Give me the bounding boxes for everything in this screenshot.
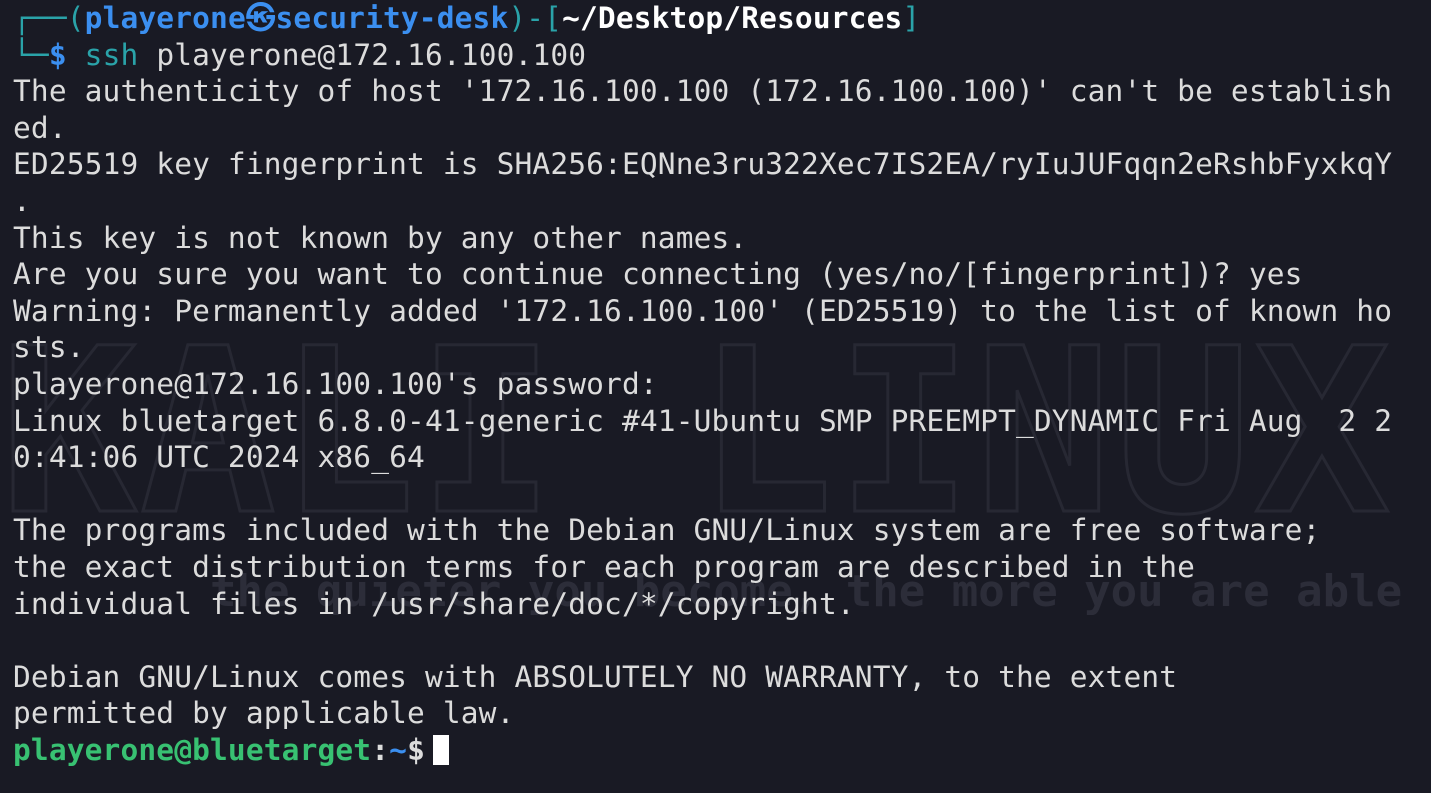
kali-skull-icon: ㉿: [245, 1, 276, 35]
prompt-box-bottom: └─: [13, 37, 49, 72]
terminal-window[interactable]: KALI LINUX the quieter you become, the m…: [0, 0, 1431, 793]
output-line: The programs included with the Debian GN…: [13, 513, 1321, 548]
prompt-box-mid: )-[: [508, 1, 563, 35]
output-line: Are you sure you want to continue connec…: [13, 257, 1303, 292]
prompt-path: ~/Desktop/Resources: [562, 1, 903, 35]
prompt-box-close: ]: [902, 1, 921, 35]
command-name: ssh: [84, 37, 139, 72]
output-line: ED25519 key fingerprint is SHA256:EQNne3…: [13, 147, 1393, 182]
local-prompt-line-2: └─$ ssh playerone@172.16.100.100: [13, 37, 1425, 74]
command-args: playerone@172.16.100.100: [156, 37, 587, 72]
prompt-box-open: ┌──(: [13, 1, 85, 35]
output-line: .: [13, 183, 31, 218]
remote-prompt-colon: :: [371, 732, 390, 767]
terminal-output: ┌──(playerone㉿security-desk)-[~/Desktop/…: [13, 0, 1425, 768]
output-line: the exact distribution terms for each pr…: [13, 549, 1196, 584]
output-line: ed.: [13, 110, 67, 145]
prompt-user: playerone: [84, 1, 246, 35]
remote-prompt-line[interactable]: playerone@bluetarget:~$: [13, 732, 1425, 769]
prompt-host: security-desk: [275, 1, 509, 35]
remote-prompt-path: ~: [389, 732, 408, 767]
text-cursor[interactable]: [432, 734, 449, 765]
prompt-dollar: $: [48, 37, 67, 72]
local-prompt-line-1: ┌──(playerone㉿security-desk)-[~/Desktop/…: [13, 0, 1425, 37]
output-line: playerone@172.16.100.100's password:: [13, 366, 658, 401]
output-line: individual files in /usr/share/doc/*/cop…: [13, 586, 855, 621]
remote-prompt-dollar: $: [407, 732, 425, 767]
output-line: Debian GNU/Linux comes with ABSOLUTELY N…: [13, 659, 1178, 694]
output-line: This key is not known by any other names…: [13, 220, 748, 255]
output-line: Linux bluetarget 6.8.0-41-generic #41-Ub…: [13, 403, 1393, 438]
output-line: sts.: [13, 330, 85, 365]
output-line: The authenticity of host '172.16.100.100…: [13, 74, 1393, 109]
output-line: Warning: Permanently added '172.16.100.1…: [13, 293, 1393, 328]
output-line: permitted by applicable law.: [13, 696, 515, 731]
ssh-output: The authenticity of host '172.16.100.100…: [13, 73, 1425, 732]
remote-prompt-user-host: playerone@bluetarget: [13, 732, 372, 767]
output-line: 0:41:06 UTC 2024 x86_64: [13, 440, 425, 475]
